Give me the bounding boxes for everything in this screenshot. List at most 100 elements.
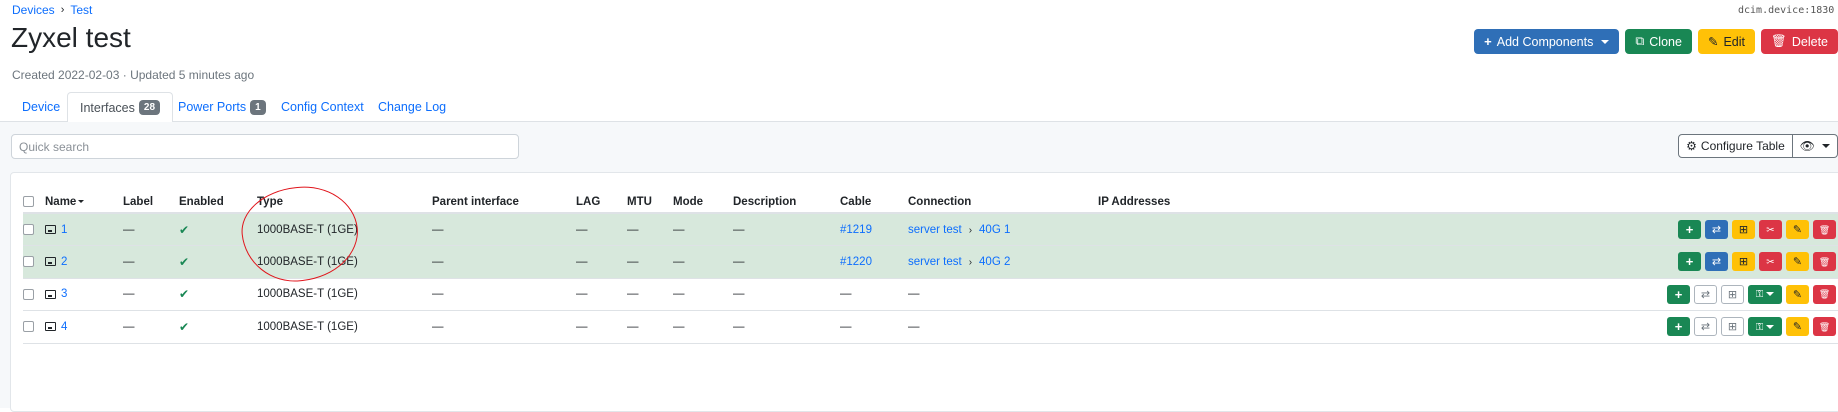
- object-identifier: dcim.device:1830: [1738, 5, 1835, 16]
- breadcrumb-devices[interactable]: Devices: [12, 3, 55, 17]
- add-components-button[interactable]: + Add Components: [1474, 29, 1620, 54]
- mtu: —: [627, 213, 673, 246]
- parent-interface: —: [432, 310, 576, 344]
- quick-search-input[interactable]: [11, 134, 519, 159]
- column-header-description[interactable]: Description: [733, 191, 840, 214]
- interface-type: 1000BASE-T (1GE): [257, 213, 432, 246]
- edit-interface-button[interactable]: [1786, 317, 1809, 337]
- add-ip-button[interactable]: +: [1667, 284, 1690, 304]
- interface-label: —: [123, 310, 179, 344]
- row-checkbox[interactable]: [23, 256, 34, 268]
- interface-name-link[interactable]: 2: [61, 256, 67, 268]
- tab-content: ⚙ Configure Table 👁 Name Label Enabled: [0, 122, 1838, 412]
- trash-icon: [1819, 321, 1830, 333]
- lag: —: [576, 278, 627, 311]
- cable-button-disabled[interactable]: [1721, 284, 1744, 304]
- column-header-label[interactable]: Label: [123, 191, 179, 214]
- connection-device-link[interactable]: server test: [908, 224, 962, 236]
- row-checkbox[interactable]: [23, 288, 34, 300]
- cable-connect-icon: [1756, 288, 1764, 300]
- column-header-mode[interactable]: Mode: [673, 191, 733, 214]
- connection-icon: [1728, 320, 1737, 333]
- column-header-mtu[interactable]: MTU: [627, 191, 673, 214]
- cable-edit-button[interactable]: [1732, 220, 1755, 239]
- tab-change-log[interactable]: Change Log: [366, 92, 458, 122]
- connection: —: [908, 278, 1098, 311]
- cable-button-disabled[interactable]: [1721, 317, 1744, 337]
- column-header-parent[interactable]: Parent interface: [432, 191, 576, 214]
- connect-cable-dropdown[interactable]: [1748, 284, 1782, 304]
- tab-device[interactable]: Device: [10, 92, 72, 122]
- tab-power-ports[interactable]: Power Ports 1: [166, 92, 278, 122]
- table-row: 1 — ✔ 1000BASE-T (1GE) — — — — — #1219 s…: [23, 213, 1838, 246]
- trace-button[interactable]: [1705, 220, 1728, 239]
- mode: —: [673, 278, 733, 311]
- trace-button[interactable]: [1705, 252, 1728, 272]
- edit-interface-button[interactable]: [1786, 220, 1809, 239]
- trace-button-disabled[interactable]: [1694, 284, 1717, 304]
- connection-interface-link[interactable]: 40G 1: [979, 224, 1010, 236]
- column-visibility-dropdown[interactable]: 👁: [1792, 134, 1838, 158]
- cable-edit-button[interactable]: [1732, 252, 1755, 272]
- delete-interface-button[interactable]: [1813, 252, 1836, 272]
- table-row: 2 — ✔ 1000BASE-T (1GE) — — — — — #1220 s…: [23, 245, 1838, 279]
- delete-interface-button[interactable]: [1813, 317, 1836, 337]
- plus-icon: +: [1685, 254, 1694, 270]
- plus-icon: +: [1674, 319, 1683, 335]
- delete-interface-button[interactable]: [1813, 220, 1836, 239]
- pencil-icon: [1793, 288, 1802, 301]
- column-header-name[interactable]: Name: [45, 191, 123, 214]
- edit-button[interactable]: ✎ Edit: [1697, 29, 1755, 54]
- add-ip-button[interactable]: +: [1678, 220, 1701, 239]
- pencil-icon: [1793, 320, 1802, 333]
- row-actions: +: [1278, 317, 1838, 337]
- interface-label: —: [123, 213, 179, 246]
- interface-icon: [45, 289, 56, 299]
- add-ip-button[interactable]: +: [1678, 252, 1701, 272]
- select-all-checkbox[interactable]: [23, 195, 34, 207]
- configure-table-button[interactable]: ⚙ Configure Table: [1678, 134, 1793, 158]
- connection: server test › 40G 1: [908, 213, 1098, 246]
- plus-icon: +: [1484, 34, 1492, 49]
- column-header-enabled[interactable]: Enabled: [179, 191, 257, 214]
- trace-button-disabled[interactable]: [1694, 317, 1717, 337]
- interface-name-link[interactable]: 4: [61, 321, 67, 333]
- breadcrumb-separator: ›: [60, 4, 65, 16]
- table-header-row: Name Label Enabled Type Parent interface…: [23, 191, 1838, 214]
- clone-button[interactable]: ⧉ Clone: [1625, 29, 1692, 54]
- row-checkbox[interactable]: [23, 223, 34, 235]
- interface-type: 1000BASE-T (1GE): [257, 278, 432, 311]
- ip-addresses: [1098, 278, 1278, 311]
- cable-link[interactable]: #1219: [840, 224, 872, 236]
- column-header-type[interactable]: Type: [257, 191, 432, 214]
- enabled-check-icon: ✔: [179, 319, 190, 334]
- connection: —: [908, 310, 1098, 344]
- configure-table-label: Configure Table: [1700, 139, 1785, 153]
- disconnect-button[interactable]: [1759, 220, 1782, 239]
- column-header-lag[interactable]: LAG: [576, 191, 627, 214]
- column-header-cable[interactable]: Cable: [840, 191, 908, 214]
- description: —: [733, 213, 840, 246]
- column-header-connection[interactable]: Connection: [908, 191, 1098, 214]
- disconnect-button[interactable]: [1759, 252, 1782, 272]
- add-ip-button[interactable]: +: [1667, 317, 1690, 337]
- connect-cable-dropdown[interactable]: [1748, 317, 1782, 337]
- sort-desc-icon: [78, 199, 85, 203]
- cable-link[interactable]: #1220: [840, 256, 872, 268]
- row-checkbox[interactable]: [23, 321, 34, 333]
- connection-icon: [1739, 223, 1748, 236]
- breadcrumb-test[interactable]: Test: [70, 3, 92, 17]
- mode: —: [673, 213, 733, 246]
- edit-interface-button[interactable]: [1786, 252, 1809, 272]
- column-header-ip-addresses[interactable]: IP Addresses: [1098, 191, 1278, 214]
- tab-interfaces[interactable]: Interfaces 28: [67, 92, 174, 123]
- interface-name-link[interactable]: 3: [61, 288, 67, 300]
- edit-interface-button[interactable]: [1786, 284, 1809, 304]
- delete-button[interactable]: 🗑 Delete: [1760, 29, 1838, 54]
- tab-config-context[interactable]: Config Context: [269, 92, 376, 122]
- tab-power-ports-label: Power Ports: [178, 100, 247, 114]
- interface-name-link[interactable]: 1: [61, 224, 67, 236]
- connection-device-link[interactable]: server test: [908, 256, 962, 268]
- connection-interface-link[interactable]: 40G 2: [979, 256, 1010, 268]
- delete-interface-button[interactable]: [1813, 284, 1836, 304]
